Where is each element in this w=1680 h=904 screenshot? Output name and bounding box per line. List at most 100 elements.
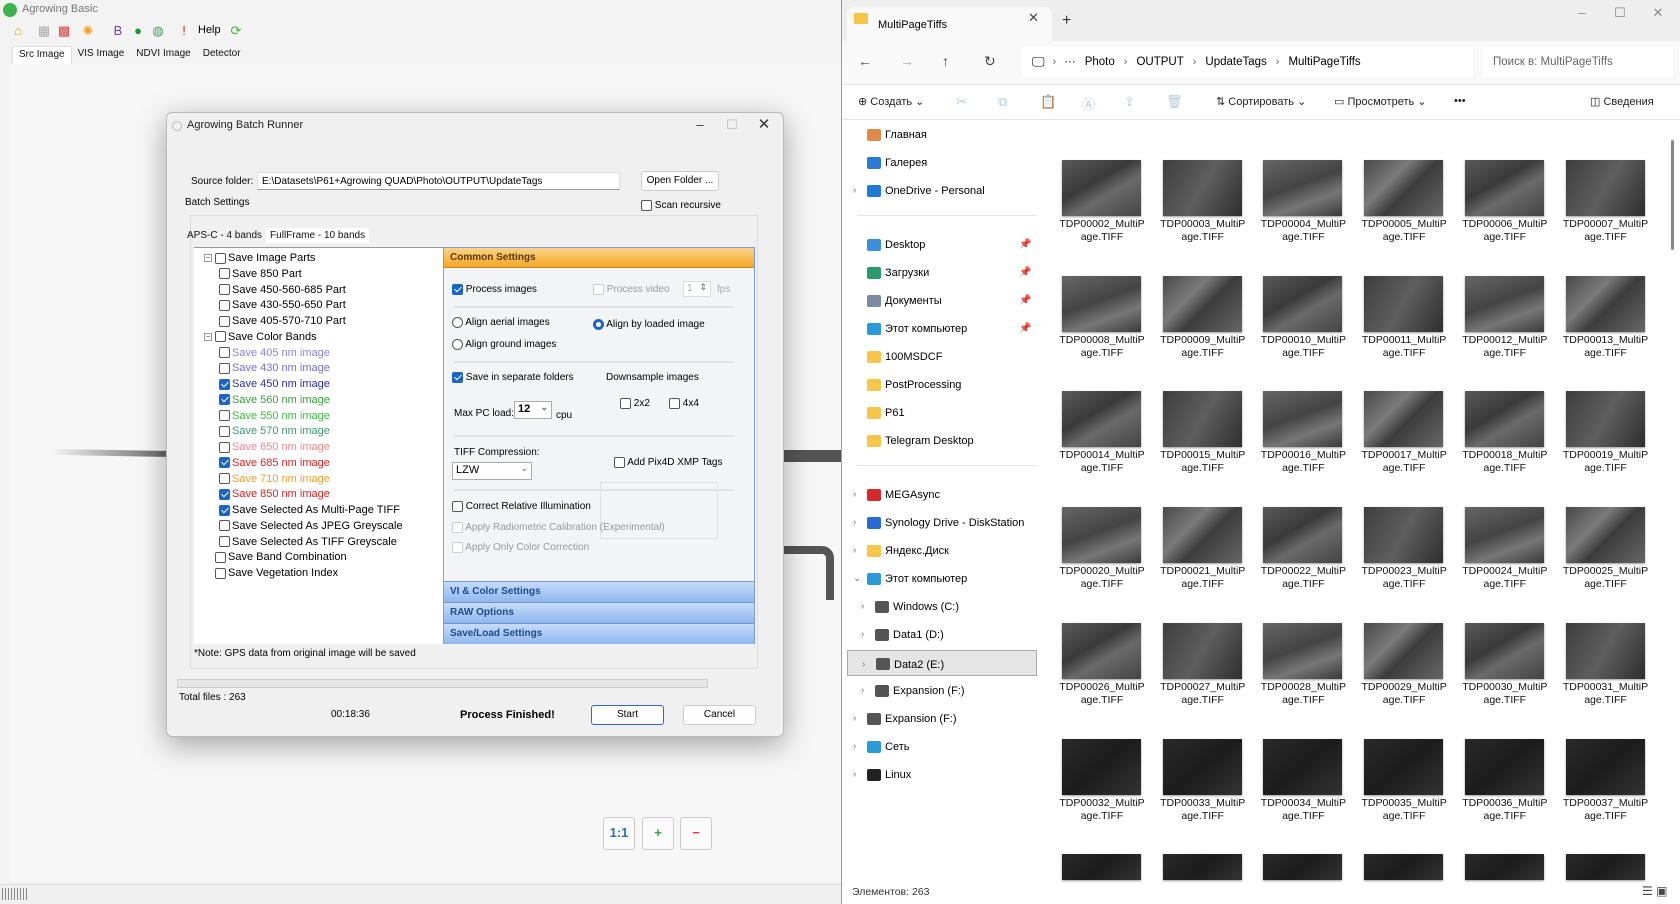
chevron-icon[interactable]: › [853,482,856,508]
checkbox[interactable] [219,520,230,532]
close-tab-icon[interactable]: ✕ [1028,10,1039,26]
sidebar-item[interactable]: › Яндекс.Диск [847,538,1037,564]
sidebar-item[interactable]: › Data1 (D:) [847,622,1037,648]
tree-item[interactable]: − Save Image Parts [204,251,315,266]
delete-icon[interactable]: 🗑 [1166,94,1183,110]
cut-icon[interactable]: ✂ [956,94,967,110]
scrollbar[interactable] [1671,140,1674,250]
file-item[interactable]: TDP00017_MultiP age.TIFF [1358,391,1456,503]
new-tab-button[interactable]: + [1062,12,1071,30]
tab-src-image[interactable]: Src Image [12,46,72,64]
bands-icon[interactable]: ▩ [56,23,72,39]
search-input[interactable]: Поиск в: MultiPageTiffs [1483,47,1673,77]
chevron-icon[interactable]: › [853,734,856,760]
close-window-button[interactable]: ✕ [1643,5,1673,21]
chevron-icon[interactable]: › [853,762,856,788]
file-item[interactable]: TDP00028_MultiP age.TIFF [1257,622,1355,735]
file-item[interactable]: TDP00003_MultiP age.TIFF [1157,160,1255,272]
breadcrumb-output[interactable]: OUTPUT [1127,56,1192,68]
file-item[interactable]: TDP00031_MultiP age.TIFF [1560,622,1658,735]
file-item[interactable]: TDP00020_MultiP age.TIFF [1056,507,1154,619]
checkbox[interactable] [620,398,631,409]
checkbox[interactable] [219,378,230,390]
tree-item[interactable]: Save Band Combination [204,550,347,565]
checkbox[interactable] [669,398,680,409]
sidebar-item[interactable]: › Synology Drive - DiskStation [847,510,1037,536]
checkbox[interactable] [452,372,463,383]
checkbox[interactable] [219,504,230,516]
checkbox[interactable] [219,536,230,548]
align-loaded-radio[interactable]: Align by loaded image [593,319,705,330]
sidebar-item[interactable]: ⌄ Этот компьютер [847,566,1037,592]
checkbox[interactable] [219,394,230,406]
file-item[interactable]: TDP00023_MultiP age.TIFF [1358,507,1456,619]
pix4d-checkbox[interactable]: Add Pix4D XMP Tags [614,457,722,468]
breadcrumb-multipagetiffs[interactable]: MultiPageTiffs [1279,56,1369,68]
explorer-tab[interactable]: MultiPageTiffs [847,7,1052,41]
details-button[interactable]: ◫ Сведения [1590,95,1654,108]
chevron-icon[interactable]: › [853,178,856,204]
open-folder-button[interactable]: Open Folder ... [641,171,719,191]
maximize-button[interactable]: ☐ [1605,5,1635,21]
sidebar-item[interactable]: › Expansion (F:) [847,678,1037,704]
tiff-compression-select[interactable]: LZW ⌄ [452,462,532,480]
checkbox[interactable] [614,457,625,468]
sidebar-item[interactable]: Telegram Desktop [847,428,1037,454]
file-item[interactable]: TDP00012_MultiP age.TIFF [1459,275,1557,388]
tree-item[interactable]: Save 450-560-685 Part [219,283,346,298]
checkbox[interactable] [215,252,226,264]
resize-grip[interactable] [2,888,28,900]
tree-item[interactable]: Save Selected As Multi-Page TIFF [219,503,400,518]
tree-item[interactable]: Save 685 nm image [219,456,330,471]
cancel-button[interactable]: Cancel [683,705,756,725]
tree-item[interactable]: Save 850 nm image [219,487,330,502]
file-item[interactable]: TDP00030_MultiP age.TIFF [1459,622,1557,735]
fps-stepper[interactable]: 1 ⇕ [683,281,711,297]
file-item[interactable] [1459,854,1557,882]
radiometric-checkbox[interactable]: Apply Radiometric Calibration (Experimen… [452,522,665,533]
checkbox[interactable] [593,284,604,295]
file-item[interactable] [1358,854,1456,882]
chevron-icon[interactable]: › [862,652,865,678]
paste-icon[interactable]: 📋 [1040,94,1056,110]
color-correction-checkbox[interactable]: Apply Only Color Correction [452,542,589,553]
checkbox[interactable] [219,268,230,280]
tree-item[interactable]: Save 450 nm image [219,377,330,392]
checkbox[interactable] [452,284,463,295]
report-icon[interactable]: B [110,23,126,39]
breadcrumb[interactable]: 🖵 › ··· Photo › OUTPUT › UpdateTags › MultiP… [1022,47,1473,77]
file-item[interactable]: TDP00022_MultiP age.TIFF [1257,507,1355,619]
file-item[interactable]: TDP00026_MultiP age.TIFF [1056,622,1154,735]
sidebar-item[interactable]: › Сеть [847,734,1037,760]
file-item[interactable]: TDP00021_MultiP age.TIFF [1157,507,1255,619]
tree-item[interactable]: Save 430 nm image [219,361,330,376]
map-pin-icon[interactable]: ● [130,23,146,39]
checkbox[interactable] [219,299,230,311]
align-aerial-radio[interactable]: Align aerial images [452,317,550,328]
minimize-button[interactable]: – [685,115,715,135]
checkbox[interactable] [219,347,230,359]
tree-item[interactable]: Save 570 nm image [219,424,330,439]
sidebar-item[interactable]: Галерея [847,150,1037,176]
radio[interactable] [593,319,604,330]
source-folder-input[interactable] [257,172,620,190]
tree-item[interactable]: Save 405 nm image [219,346,330,361]
sidebar-item[interactable]: › MEGAsync [847,482,1037,508]
file-item[interactable]: TDP00034_MultiP age.TIFF [1257,738,1355,851]
view-toggle-icons[interactable]: ☰ ▣ [1642,884,1667,898]
file-item[interactable]: TDP00006_MultiP age.TIFF [1459,160,1557,272]
file-item[interactable]: TDP00014_MultiP age.TIFF [1056,391,1154,503]
tree-item[interactable]: Save 430-550-650 Part [219,298,346,313]
file-item[interactable]: TDP00007_MultiP age.TIFF [1560,160,1658,272]
help-menu[interactable]: Help [198,24,221,36]
process-images-checkbox[interactable]: Process images [452,284,537,295]
more-button[interactable]: ••• [1454,95,1466,107]
tab-detector[interactable]: Detector [197,46,247,64]
sidebar-item[interactable]: Главная [847,122,1037,148]
sidebar-item[interactable]: Загрузки 📌 [847,260,1037,286]
checkbox[interactable] [219,488,230,500]
checkbox[interactable] [215,551,226,563]
file-item[interactable]: TDP00033_MultiP age.TIFF [1157,738,1255,851]
file-item[interactable] [1056,854,1154,882]
chevron-icon[interactable]: ⌄ [853,566,861,592]
